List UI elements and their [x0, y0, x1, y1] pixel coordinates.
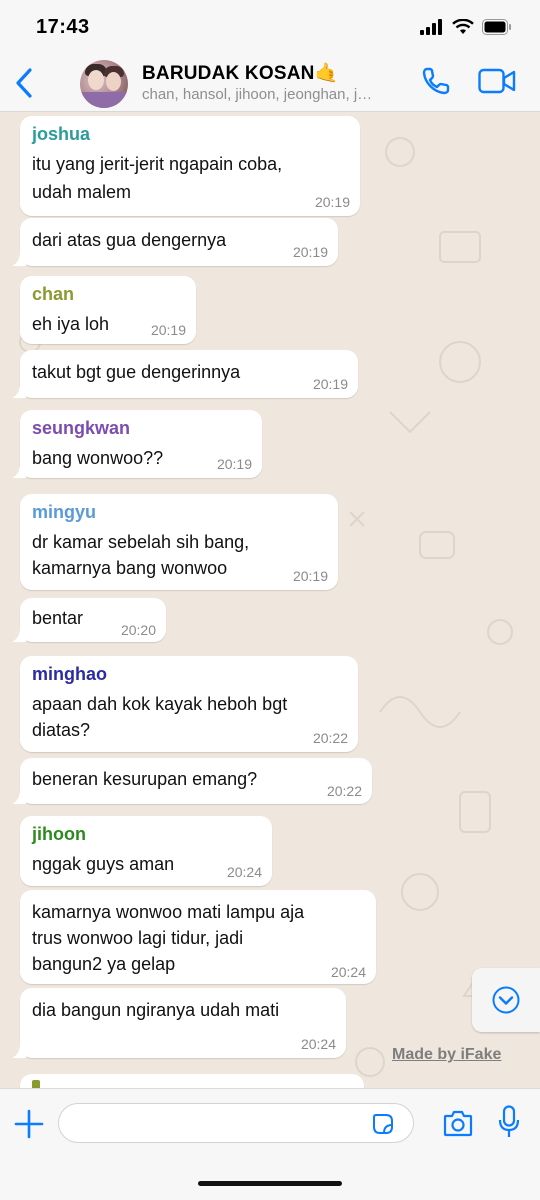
bubble-tail [12, 628, 26, 642]
message-bubble[interactable]: takut bgt gue dengerinnya 20:19 [12, 350, 358, 398]
message-text: dia bangun ngiranya udah mati [32, 1000, 280, 1020]
message-time: 20:24 [226, 864, 262, 880]
message-time: 20:19 [150, 322, 186, 338]
message-text: takut bgt gue dengerinnya [32, 362, 241, 382]
message-time: 20:19 [292, 244, 328, 260]
plus-icon[interactable] [14, 1109, 44, 1139]
phone-icon[interactable] [421, 66, 451, 96]
message-time: 20:19 [314, 194, 350, 210]
message-time: 20:19 [292, 568, 328, 584]
message-bubble[interactable]: chan eh iya loh 20:19 [20, 276, 196, 344]
message-time: 20:19 [216, 456, 252, 472]
chat-header: BARUDAK KOSAN🤙 chan, hansol, jihoon, jeo… [0, 54, 540, 112]
message-time: 20:22 [312, 730, 348, 746]
bubble-tail [12, 1044, 26, 1058]
scroll-to-bottom-button[interactable] [472, 968, 540, 1032]
message-bubble[interactable]: dia bangun ngiranya udah mati 20:24 [12, 988, 346, 1058]
sender-name: minghao [32, 664, 107, 684]
message-bubble[interactable]: dari atas gua dengernya 20:19 [12, 218, 338, 266]
video-call-icon[interactable] [478, 68, 516, 94]
message-time: 20:19 [312, 376, 348, 392]
message-text: udah malem [32, 182, 132, 202]
sender-name: seungkwan [32, 418, 131, 438]
bubble-tail [12, 790, 26, 804]
sender-initial-fragment [32, 1080, 40, 1088]
message-bubble[interactable]: kamarnya wonwoo mati lampu aja trus wonw… [20, 890, 376, 984]
signal-icon [420, 19, 442, 35]
message-bubble[interactable]: seungkwan bang wonwoo?? 20:19 [12, 410, 262, 478]
message-text: dari atas gua dengernya [32, 230, 227, 250]
bubble-tail [12, 252, 26, 266]
group-avatar[interactable] [80, 60, 128, 108]
message-time: 20:22 [326, 783, 362, 799]
message-text: kamarnya wonwoo mati lampu aja [32, 902, 305, 922]
message-bubble[interactable]: bentar 20:20 [12, 598, 166, 642]
group-title[interactable]: BARUDAK KOSAN🤙 [142, 61, 338, 85]
message-text: eh iya loh [32, 314, 110, 334]
message-bubble[interactable]: jihoon nggak guys aman 20:24 [20, 816, 272, 886]
message-text: bang wonwoo?? [32, 448, 164, 468]
message-time: 20:24 [300, 1036, 336, 1052]
sticker-icon[interactable] [372, 1113, 394, 1135]
message-bubble-partial[interactable] [20, 1074, 364, 1088]
status-icons [420, 19, 512, 35]
status-bar: 17:43 [0, 0, 540, 54]
sender-name: joshua [32, 124, 91, 144]
message-text: diatas? [32, 720, 91, 740]
camera-icon[interactable] [443, 1109, 473, 1137]
home-indicator [198, 1181, 342, 1186]
chat-area[interactable]: joshua itu yang jerit-jerit ngapain coba… [0, 112, 540, 1088]
input-bar [0, 1088, 540, 1200]
chevron-left-icon [16, 68, 32, 98]
message-bubble[interactable]: minghao apaan dah kok kayak heboh bgt di… [20, 656, 358, 752]
message-text: kamarnya bang wonwoo [32, 558, 228, 578]
status-time: 17:43 [36, 15, 90, 38]
message-bubble[interactable]: beneran kesurupan emang? 20:22 [12, 758, 372, 804]
bubble-tail [12, 384, 26, 398]
message-input[interactable] [58, 1103, 414, 1143]
message-time: 20:20 [120, 622, 156, 638]
message-text: dr kamar sebelah sih bang, [32, 532, 250, 552]
message-bubble[interactable]: mingyu dr kamar sebelah sih bang, kamarn… [20, 494, 338, 590]
message-text: bentar [32, 608, 84, 628]
message-text: beneran kesurupan emang? [32, 769, 258, 789]
sender-name: mingyu [32, 502, 97, 522]
message-text: bangun2 ya gelap [32, 954, 176, 974]
message-time: 20:24 [330, 964, 366, 980]
sender-name: chan [32, 284, 75, 304]
message-text: itu yang jerit-jerit ngapain coba, [32, 154, 283, 174]
battery-icon [482, 19, 511, 35]
message-bubble[interactable]: joshua itu yang jerit-jerit ngapain coba… [20, 116, 360, 216]
microphone-icon[interactable] [498, 1105, 520, 1139]
sender-name: jihoon [32, 824, 86, 844]
wifi-icon [452, 19, 474, 34]
message-text: trus wonwoo lagi tidur, jadi [32, 928, 244, 948]
group-members[interactable]: chan, hansol, jihoon, jeonghan, j… [142, 86, 410, 103]
watermark: Made by iFake [392, 1046, 502, 1063]
message-text: nggak guys aman [32, 854, 175, 874]
chevron-down-circle-icon [492, 986, 520, 1014]
back-button[interactable] [10, 64, 38, 102]
bubble-tail [12, 464, 26, 478]
message-text: apaan dah kok kayak heboh bgt [32, 694, 288, 714]
